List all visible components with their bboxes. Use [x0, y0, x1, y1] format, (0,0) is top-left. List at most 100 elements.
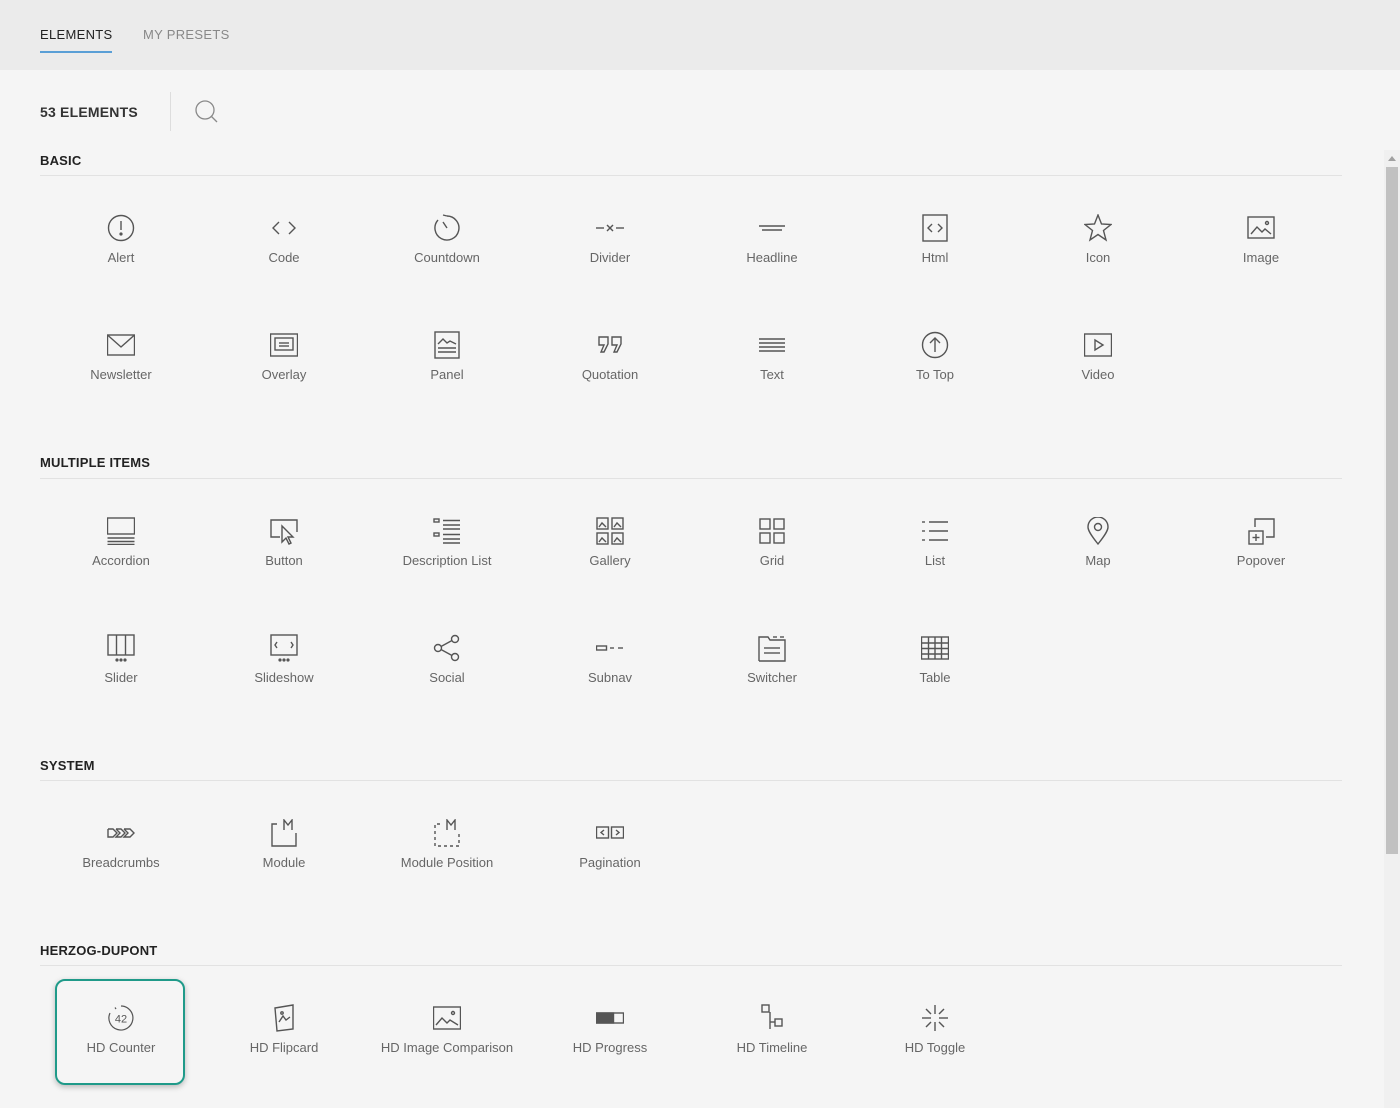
element-pagination[interactable]: Pagination: [535, 819, 685, 919]
section-title-herzog-dupont: HERZOG-DUPONT: [40, 943, 158, 958]
element-module[interactable]: Module: [209, 819, 359, 919]
element-label: Icon: [1085, 250, 1111, 265]
element-label: HD Progress: [572, 1040, 648, 1055]
image-comparison-icon: [433, 1006, 461, 1030]
element-label: Divider: [589, 250, 631, 265]
element-divider[interactable]: Divider: [535, 214, 685, 314]
element-text[interactable]: Text: [697, 331, 847, 431]
element-list[interactable]: List: [860, 517, 1010, 617]
section-divider: [40, 780, 1342, 781]
element-headline[interactable]: Headline: [697, 214, 847, 314]
accordion-icon: [107, 517, 135, 545]
element-label: Module: [262, 855, 306, 870]
element-label: HD Timeline: [736, 1040, 808, 1055]
video-icon: [1084, 333, 1112, 357]
table-icon: [921, 636, 949, 660]
map-pin-icon: [1087, 517, 1109, 545]
element-map[interactable]: Map: [1023, 517, 1173, 617]
section-title-system: SYSTEM: [40, 758, 95, 773]
element-panel[interactable]: Panel: [372, 331, 522, 431]
text-icon: [759, 338, 785, 352]
slideshow-icon: [270, 634, 298, 662]
element-label: HD Toggle: [904, 1040, 966, 1055]
element-label: Accordion: [92, 553, 150, 568]
element-label: Text: [760, 367, 784, 382]
element-label: To Top: [915, 367, 955, 382]
top-tab-bar: ELEMENTS MY PRESETS: [0, 0, 1400, 70]
gallery-icon: [596, 517, 624, 545]
scrollbar-thumb[interactable]: [1386, 167, 1398, 854]
description-list-icon: [433, 518, 460, 544]
scroll-up-arrow-icon[interactable]: [1388, 156, 1396, 161]
element-newsletter[interactable]: Newsletter: [46, 331, 196, 431]
toggle-icon: [922, 1005, 948, 1031]
element-description-list[interactable]: Description List: [372, 517, 522, 617]
element-overlay[interactable]: Overlay: [209, 331, 359, 431]
element-social[interactable]: Social: [372, 634, 522, 734]
element-gallery[interactable]: Gallery: [535, 517, 685, 617]
element-hd-progress[interactable]: HD Progress: [535, 1004, 685, 1104]
image-icon: [1247, 216, 1275, 239]
quotation-icon: [598, 336, 622, 353]
element-to-top[interactable]: To Top: [860, 331, 1010, 431]
countdown-icon: [434, 214, 460, 241]
tab-elements[interactable]: ELEMENTS: [40, 27, 113, 53]
element-subnav[interactable]: Subnav: [535, 634, 685, 734]
element-label: Social: [429, 670, 465, 685]
element-hd-counter[interactable]: 42 HD Counter: [46, 1004, 196, 1104]
element-slider[interactable]: Slider: [46, 634, 196, 734]
element-label: Subnav: [587, 670, 633, 685]
element-hd-flipcard[interactable]: HD Flipcard: [209, 1004, 359, 1104]
element-breadcrumbs[interactable]: Breadcrumbs: [46, 819, 196, 919]
element-countdown[interactable]: Countdown: [372, 214, 522, 314]
element-quotation[interactable]: Quotation: [535, 331, 685, 431]
element-label: Countdown: [414, 250, 480, 265]
module-position-icon: [434, 819, 460, 847]
element-hd-timeline[interactable]: HD Timeline: [697, 1004, 847, 1104]
element-label: Overlay: [261, 367, 307, 382]
element-html[interactable]: Html: [860, 214, 1010, 314]
element-slideshow[interactable]: Slideshow: [209, 634, 359, 734]
element-icon[interactable]: Icon: [1023, 214, 1173, 314]
element-label: Alert: [107, 250, 135, 265]
element-hd-toggle[interactable]: HD Toggle: [860, 1004, 1010, 1104]
headline-icon: [759, 225, 785, 231]
element-label: Newsletter: [90, 367, 152, 382]
element-code[interactable]: Code: [209, 214, 359, 314]
element-image[interactable]: Image: [1186, 214, 1336, 314]
element-label: Html: [921, 250, 949, 265]
counter-icon: 42: [108, 1005, 134, 1031]
switcher-icon: [758, 636, 786, 662]
element-label: Pagination: [579, 855, 641, 870]
element-label: Quotation: [581, 367, 639, 382]
tab-my-presets[interactable]: MY PRESETS: [143, 27, 230, 42]
element-button[interactable]: Button: [209, 517, 359, 617]
section-divider: [40, 175, 1342, 176]
element-popover[interactable]: Popover: [1186, 517, 1336, 617]
element-label: Code: [268, 250, 300, 265]
element-hd-image-comparison[interactable]: HD Image Comparison: [372, 1004, 522, 1104]
element-label: Gallery: [589, 553, 631, 568]
counter-value: 42: [115, 1014, 127, 1026]
grid-icon: [759, 518, 785, 544]
element-label: Table: [919, 670, 951, 685]
element-video[interactable]: Video: [1023, 331, 1173, 431]
element-label: Breadcrumbs: [82, 855, 160, 870]
section-title-multiple-items: MULTIPLE ITEMS: [40, 455, 151, 470]
element-label: Button: [265, 553, 303, 568]
search-icon[interactable]: [193, 99, 219, 125]
element-table[interactable]: Table: [860, 634, 1010, 734]
section-divider: [40, 965, 1342, 966]
divider: [170, 92, 171, 131]
alert-icon: [107, 214, 135, 242]
overlay-icon: [270, 333, 298, 357]
pagination-icon: [596, 826, 624, 839]
element-alert[interactable]: Alert: [46, 214, 196, 314]
element-grid[interactable]: Grid: [697, 517, 847, 617]
flipcard-icon: [274, 1004, 294, 1032]
section-divider: [40, 478, 1342, 479]
element-accordion[interactable]: Accordion: [46, 517, 196, 617]
element-module-position[interactable]: Module Position: [372, 819, 522, 919]
element-label: Switcher: [747, 670, 797, 685]
element-switcher[interactable]: Switcher: [697, 634, 847, 734]
